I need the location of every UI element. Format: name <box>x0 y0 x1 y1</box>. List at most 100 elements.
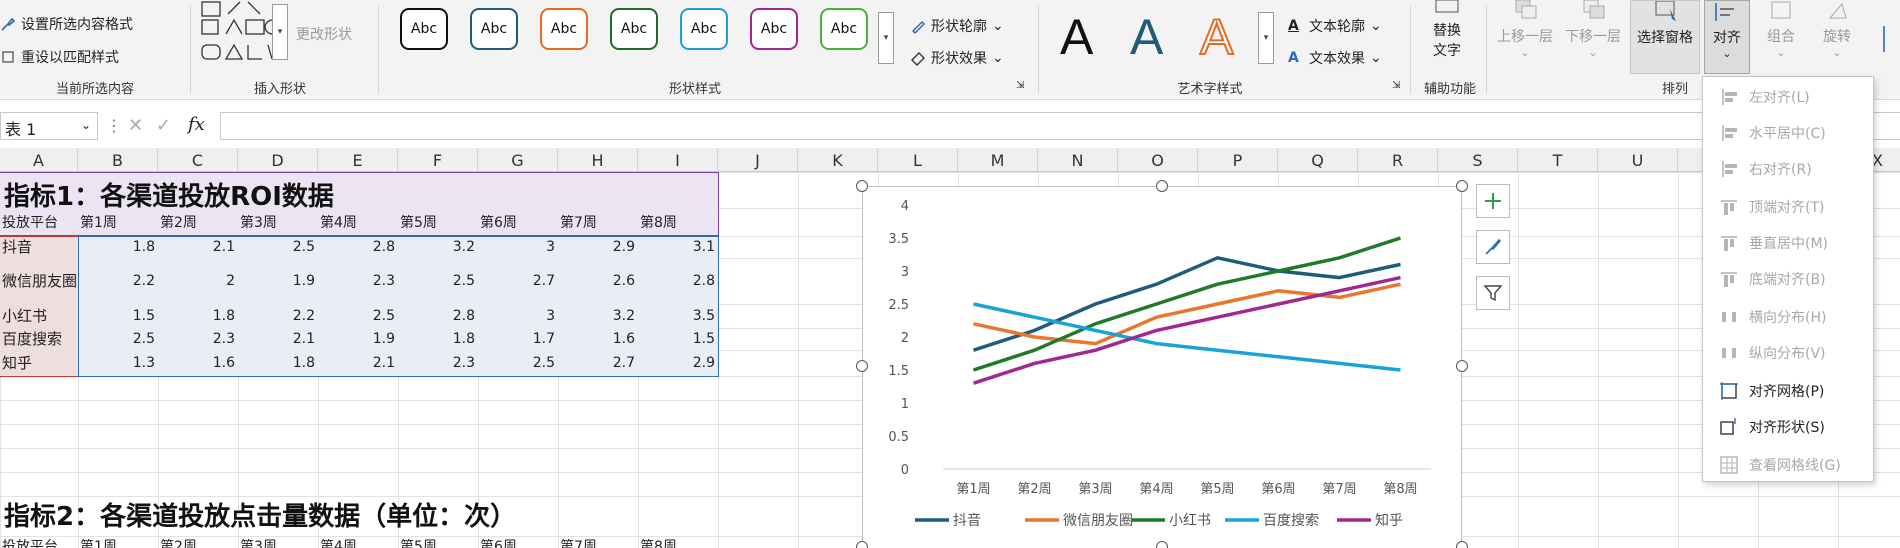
table2-header-cell[interactable]: 第7周 <box>560 536 638 548</box>
change-shape-button[interactable]: 更改形状 <box>296 24 352 44</box>
column-header-u[interactable]: U <box>1598 148 1678 172</box>
selection-pane-icon <box>1655 0 1676 21</box>
column-header-l[interactable]: L <box>878 148 958 172</box>
table2-header-cell[interactable]: 第5周 <box>400 536 478 548</box>
selection-pane-button[interactable]: 选择窗格 <box>1630 0 1700 74</box>
align-menu-item-label: 水平居中(C) <box>1749 126 1826 142</box>
align-menu-item[interactable]: 垂直居中(M) <box>1703 225 1873 261</box>
resize-handle[interactable] <box>1156 180 1168 192</box>
column-header-t[interactable]: T <box>1518 148 1598 172</box>
column-header-c[interactable]: C <box>158 148 238 172</box>
column-header-p[interactable]: P <box>1198 148 1278 172</box>
shape-effect-button[interactable]: 形状效果 ⌄ <box>910 48 1004 68</box>
legend-label: 百度搜索 <box>1263 512 1319 529</box>
column-header-m[interactable]: M <box>958 148 1038 172</box>
column-header-o[interactable]: O <box>1118 148 1198 172</box>
group-button[interactable]: 组合 ⌄ <box>1752 0 1810 64</box>
bring-forward-button[interactable]: 上移一层 ⌄ <box>1494 0 1556 64</box>
align-menu-item[interactable]: 左对齐(L) <box>1703 79 1873 115</box>
table2-header-cell[interactable]: 第3周 <box>240 536 318 548</box>
align-menu-item[interactable]: 右对齐(R) <box>1703 151 1873 187</box>
shape-gallery-scroll[interactable]: ▾ <box>272 4 288 60</box>
size-icon[interactable] <box>1880 24 1900 54</box>
text-outline-button[interactable]: A 文本轮廓 ⌄ <box>1288 16 1382 36</box>
cancel-icon[interactable]: ✕ <box>128 115 143 136</box>
align-menu-item[interactable]: 对齐形状(S) <box>1703 409 1873 445</box>
chart-elements-button[interactable] <box>1476 184 1510 218</box>
column-header-q[interactable]: Q <box>1278 148 1358 172</box>
resize-handle[interactable] <box>1156 541 1168 548</box>
align-menu-item[interactable]: 查看网格线(G) <box>1703 447 1873 483</box>
shape-style-7[interactable]: Abc <box>820 8 868 50</box>
wordart-style-3[interactable]: A <box>1199 11 1234 63</box>
column-header-n[interactable]: N <box>1038 148 1118 172</box>
column-header-h[interactable]: H <box>558 148 638 172</box>
shape-style-1[interactable]: Abc <box>400 8 448 50</box>
column-header-k[interactable]: K <box>798 148 878 172</box>
column-header-s[interactable]: S <box>1438 148 1518 172</box>
align-menu-item[interactable]: 纵向分布(V) <box>1703 335 1873 371</box>
shape-style-5[interactable]: Abc <box>680 8 728 50</box>
table2-header-cell[interactable]: 第2周 <box>160 536 238 548</box>
name-box-value: 表 1 <box>5 120 37 139</box>
column-header-d[interactable]: D <box>238 148 318 172</box>
shape-gallery[interactable] <box>200 0 282 64</box>
align-menu-item[interactable]: 横向分布(H) <box>1703 299 1873 335</box>
align-button[interactable]: 对齐 ⌄ <box>1704 0 1750 74</box>
wordart-launcher-icon[interactable]: ⇲ <box>1392 80 1400 91</box>
column-header-j[interactable]: J <box>718 148 798 172</box>
chart-styles-button[interactable] <box>1476 230 1510 264</box>
rotate-button[interactable]: 旋转 ⌄ <box>1810 0 1864 64</box>
resize-handle[interactable] <box>1456 360 1468 372</box>
format-selection-button[interactable]: 设置所选内容格式 <box>0 14 133 34</box>
shape-style-6[interactable]: Abc <box>750 8 798 50</box>
column-header-f[interactable]: F <box>398 148 478 172</box>
view-gridlines-icon <box>1720 456 1738 474</box>
column-header-b[interactable]: B <box>78 148 158 172</box>
more-options-icon[interactable]: ⋮ <box>106 116 122 135</box>
align-menu-item[interactable]: 水平居中(C) <box>1703 115 1873 151</box>
resize-handle[interactable] <box>856 180 868 192</box>
table2-header-cell[interactable]: 第4周 <box>320 536 398 548</box>
column-header-e[interactable]: E <box>318 148 398 172</box>
group-label-current-selection: 当前所选内容 <box>55 82 134 97</box>
chart-filters-button[interactable] <box>1476 276 1510 310</box>
table2-header-cell[interactable]: 第1周 <box>80 536 158 548</box>
resize-handle[interactable] <box>856 541 868 548</box>
resize-handle[interactable] <box>856 360 868 372</box>
wordart-gallery-scroll[interactable]: ▾ <box>1258 12 1274 64</box>
column-header-i[interactable]: I <box>638 148 718 172</box>
table2-header-cell[interactable]: 投放平台 <box>2 536 78 548</box>
resize-handle[interactable] <box>1456 180 1468 192</box>
align-menu-item[interactable]: 对齐网格(P) <box>1703 373 1873 409</box>
group-label-shape-styles: 形状样式 <box>668 82 721 97</box>
shape-style-3[interactable]: Abc <box>540 8 588 50</box>
line-chart[interactable]: 0 0.5 1 1.5 2 2.5 3 3.5 4 第1周 第2周 第3周 第4周 第5周 第6周 第7周 第8… <box>862 186 1462 548</box>
shape-outline-button[interactable]: 形状轮廓 ⌄ <box>910 16 1004 36</box>
column-header-g[interactable]: G <box>478 148 558 172</box>
shape-style-2[interactable]: Abc <box>470 8 518 50</box>
enter-icon[interactable]: ✓ <box>156 115 171 136</box>
wordart-style-2[interactable]: A <box>1130 12 1163 62</box>
text-effect-button[interactable]: A 文本效果 ⌄ <box>1288 48 1382 68</box>
shape-styles-launcher-icon[interactable]: ⇲ <box>1016 80 1024 91</box>
align-menu-item[interactable]: 底端对齐(B) <box>1703 261 1873 297</box>
formula-input[interactable] <box>220 112 1900 140</box>
name-box[interactable]: 表 1 ⌄ <box>0 112 98 140</box>
send-backward-button[interactable]: 下移一层 ⌄ <box>1562 0 1624 64</box>
column-header-a[interactable]: A <box>0 148 78 172</box>
legend-label: 微信朋友圈 <box>1063 513 1133 529</box>
align-menu-item[interactable]: 顶端对齐(T) <box>1703 189 1873 225</box>
table2-header-cell[interactable]: 第6周 <box>480 536 558 548</box>
align-menu-item-label: 顶端对齐(T) <box>1749 200 1825 216</box>
wordart-style-1[interactable]: A <box>1060 12 1093 62</box>
reset-style-button[interactable]: 重设以匹配样式 <box>0 47 119 67</box>
insert-function-button[interactable]: fx <box>188 114 205 135</box>
resize-handle[interactable] <box>1456 541 1468 548</box>
table2-header-cell[interactable]: 第8周 <box>640 536 718 548</box>
shape-style-4[interactable]: Abc <box>610 8 658 50</box>
column-header-r[interactable]: R <box>1358 148 1438 172</box>
alt-text-button[interactable]: 替换 文字 <box>1424 0 1470 64</box>
ribbon: 设置所选内容格式 重设以匹配样式 当前所选内容 ▾ 更改形状 插入形状 Abc A… <box>0 0 1900 100</box>
shape-style-gallery-scroll[interactable]: ▾ <box>878 12 894 64</box>
